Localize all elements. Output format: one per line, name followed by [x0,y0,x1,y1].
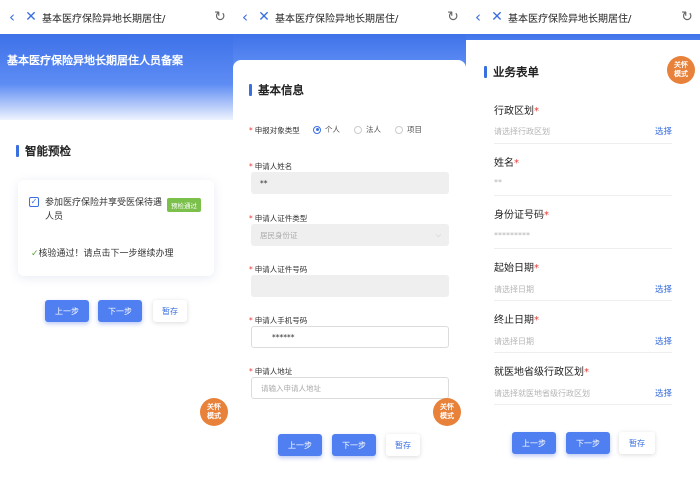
divider [494,300,672,301]
back-icon[interactable]: ‹ [2,8,22,26]
section-title-precheck: 智能预检 [16,143,71,159]
section-bar [484,66,487,78]
refresh-icon[interactable]: ↻ [440,9,466,25]
name-label: 姓名* [494,158,519,169]
divider [494,352,672,353]
end-date-select-button[interactable]: 选择 [655,335,672,347]
divider [494,248,672,249]
radio-project[interactable]: 项目 [395,124,422,135]
back-icon[interactable]: ‹ [468,8,488,26]
check-icon: ✓ [31,249,39,259]
refresh-icon[interactable]: ↻ [674,9,700,25]
section-bar [16,145,19,157]
end-date-field[interactable]: 请选择日期 [494,336,534,347]
section-title-text: 业务表单 [493,65,539,79]
phone-label: * 申请人手机号码 [249,316,308,325]
precheck-result-text: 核验通过！请点击下一步继续办理 [38,249,174,259]
radio-icon [395,125,403,134]
nav-bar: ‹ ✕ 基本医疗保险异地长期居住/ ↻ [0,0,233,34]
close-icon[interactable]: ✕ [255,9,273,25]
region-select-button[interactable]: 选择 [655,125,672,137]
nav-bar: ‹ ✕ 基本医疗保险异地长期居住/ ↻ [233,0,466,34]
id-number-field[interactable]: ********* [494,231,530,240]
save-draft-button[interactable]: 暂存 [153,300,187,322]
end-date-label: 终止日期* [494,315,539,326]
next-button[interactable]: 下一步 [98,300,142,322]
page-title: 基本医疗保险异地长期居住人员备案 [7,54,183,67]
panel-basic-info: ‹ ✕ 基本医疗保险异地长期居住/ ↻ 基本信息 * 申报对象类型 个人 法人 项… [233,0,466,504]
section-title-text: 基本信息 [258,83,304,97]
phone-field[interactable]: ****** [251,326,449,348]
chevron-down-icon: ⌵ [435,230,441,239]
section-title-text: 智能预检 [25,144,71,158]
prev-button[interactable]: 上一步 [45,300,89,322]
panel-business-form: ‹ ✕ 基本医疗保险异地长期居住/ ↻ 业务表单 关怀 模式 行政区划* 请选择行… [466,0,700,504]
radio-legal-person[interactable]: 法人 [354,124,381,135]
hero-banner [0,30,233,120]
applicant-type-label: * 申报对象类型 [249,126,300,135]
back-icon[interactable]: ‹ [235,8,255,26]
id-number-label: 身份证号码* [494,210,549,221]
next-button[interactable]: 下一步 [566,432,610,454]
nav-bar: ‹ ✕ 基本医疗保险异地长期居住/ ↻ [466,0,700,34]
precheck-condition: 参加医疗保险并享受医保待遇人员 [45,198,163,222]
radio-selected-icon [313,125,321,134]
nav-title: 基本医疗保险异地长期居住/ [508,13,632,25]
save-draft-button[interactable]: 暂存 [386,434,420,456]
name-field[interactable]: ** [494,178,502,187]
divider [494,195,672,196]
prev-button[interactable]: 上一步 [278,434,322,456]
section-bar [249,84,252,96]
close-icon[interactable]: ✕ [22,9,40,25]
nav-title: 基本医疗保险异地长期居住/ [275,13,399,25]
id-number-field[interactable] [251,275,449,297]
care-mode-button[interactable]: 关怀 模式 [433,398,461,426]
refresh-icon[interactable]: ↻ [207,9,233,25]
id-type-label: * 申请人证件类型 [249,214,308,223]
next-button[interactable]: 下一步 [332,434,376,456]
address-field[interactable]: 请输入申请人地址 [251,377,449,399]
precheck-card: ✓ 参加医疗保险并享受医保待遇人员 预检通过 ✓核验通过！请点击下一步继续办理 [18,180,214,276]
care-mode-button[interactable]: 关怀 模式 [200,398,228,426]
prev-button[interactable]: 上一步 [512,432,556,454]
section-title-basic: 基本信息 [249,82,304,98]
divider [494,143,672,144]
id-type-select[interactable]: 居民身份证 ⌵ [251,224,449,246]
applicant-type-radio-group: 个人 法人 项目 [313,124,436,135]
region-label: 行政区划* [494,106,539,117]
status-badge: 预检通过 [167,198,201,212]
checkbox-checked-icon[interactable]: ✓ [29,197,39,207]
panel-precheck: ‹ ✕ 基本医疗保险异地长期居住/ ↻ 基本医疗保险异地长期居住人员备案 智能预… [0,0,233,504]
medical-region-label: 就医地省级行政区划* [494,367,589,378]
medical-region-select-button[interactable]: 选择 [655,387,672,399]
address-label: * 申请人地址 [249,367,293,376]
radio-individual[interactable]: 个人 [313,124,340,135]
region-field[interactable]: 请选择行政区划 [494,126,550,137]
section-title-business: 业务表单 [484,64,539,80]
applicant-name-field[interactable]: ** [251,172,449,194]
applicant-name-label: * 申请人姓名 [249,162,293,171]
care-mode-button[interactable]: 关怀 模式 [667,56,695,84]
save-draft-button[interactable]: 暂存 [619,432,655,454]
start-date-select-button[interactable]: 选择 [655,283,672,295]
close-icon[interactable]: ✕ [488,9,506,25]
divider [494,404,672,405]
nav-title: 基本医疗保险异地长期居住/ [42,13,166,25]
start-date-field[interactable]: 请选择日期 [494,284,534,295]
radio-icon [354,125,362,134]
start-date-label: 起始日期* [494,263,539,274]
precheck-result: ✓核验通过！请点击下一步继续办理 [31,246,174,259]
id-number-label: * 申请人证件号码 [249,265,308,274]
medical-region-field[interactable]: 请选择就医地省级行政区划 [494,388,590,399]
